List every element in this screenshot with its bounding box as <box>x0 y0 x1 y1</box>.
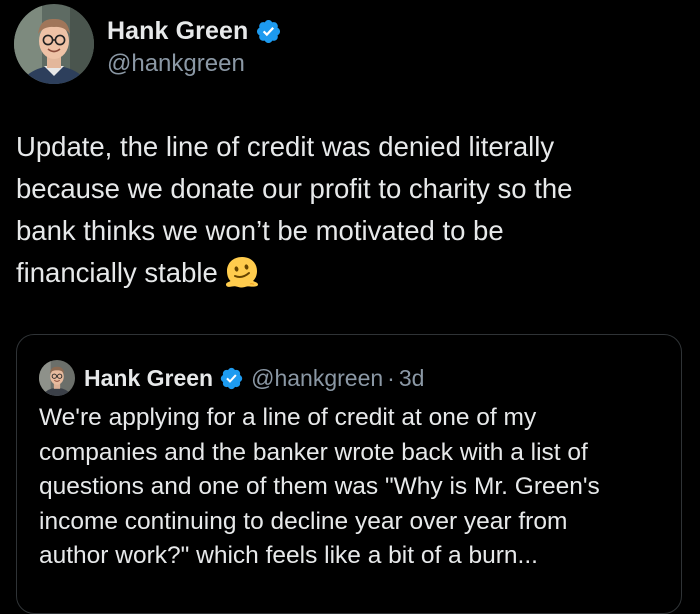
quoted-author-display-name[interactable]: Hank Green <box>84 365 213 392</box>
author-handle[interactable]: @hankgreen <box>107 50 282 78</box>
face-melting-emoji-icon <box>224 254 260 290</box>
tweet-body: Update, the line of credit was denied li… <box>16 126 686 294</box>
quoted-author-avatar[interactable] <box>39 360 75 396</box>
tweet-header: Hank Green @hankgreen <box>14 4 282 84</box>
profile-photo-icon <box>39 360 75 396</box>
author-display-name[interactable]: Hank Green <box>107 17 248 46</box>
quoted-tweet-separator: · <box>387 364 395 391</box>
verified-badge-icon[interactable] <box>255 18 282 45</box>
quoted-tweet-header: Hank Green @hankgreen · 3d <box>39 359 424 397</box>
verified-badge-icon[interactable] <box>219 366 244 391</box>
quoted-tweet-text: We're applying for a line of credit at o… <box>39 404 600 569</box>
quoted-tweet-card[interactable]: Hank Green @hankgreen · 3d We're applyin… <box>16 334 682 614</box>
quoted-author-handle[interactable]: @hankgreen <box>251 365 383 392</box>
quoted-tweet-timestamp[interactable]: 3d <box>399 365 425 392</box>
profile-photo-icon <box>14 4 94 84</box>
author-names: Hank Green @hankgreen <box>107 14 282 78</box>
author-name-row: Hank Green <box>107 14 282 48</box>
tweet-text: Update, the line of credit was denied li… <box>16 131 573 288</box>
author-avatar[interactable] <box>14 4 94 84</box>
